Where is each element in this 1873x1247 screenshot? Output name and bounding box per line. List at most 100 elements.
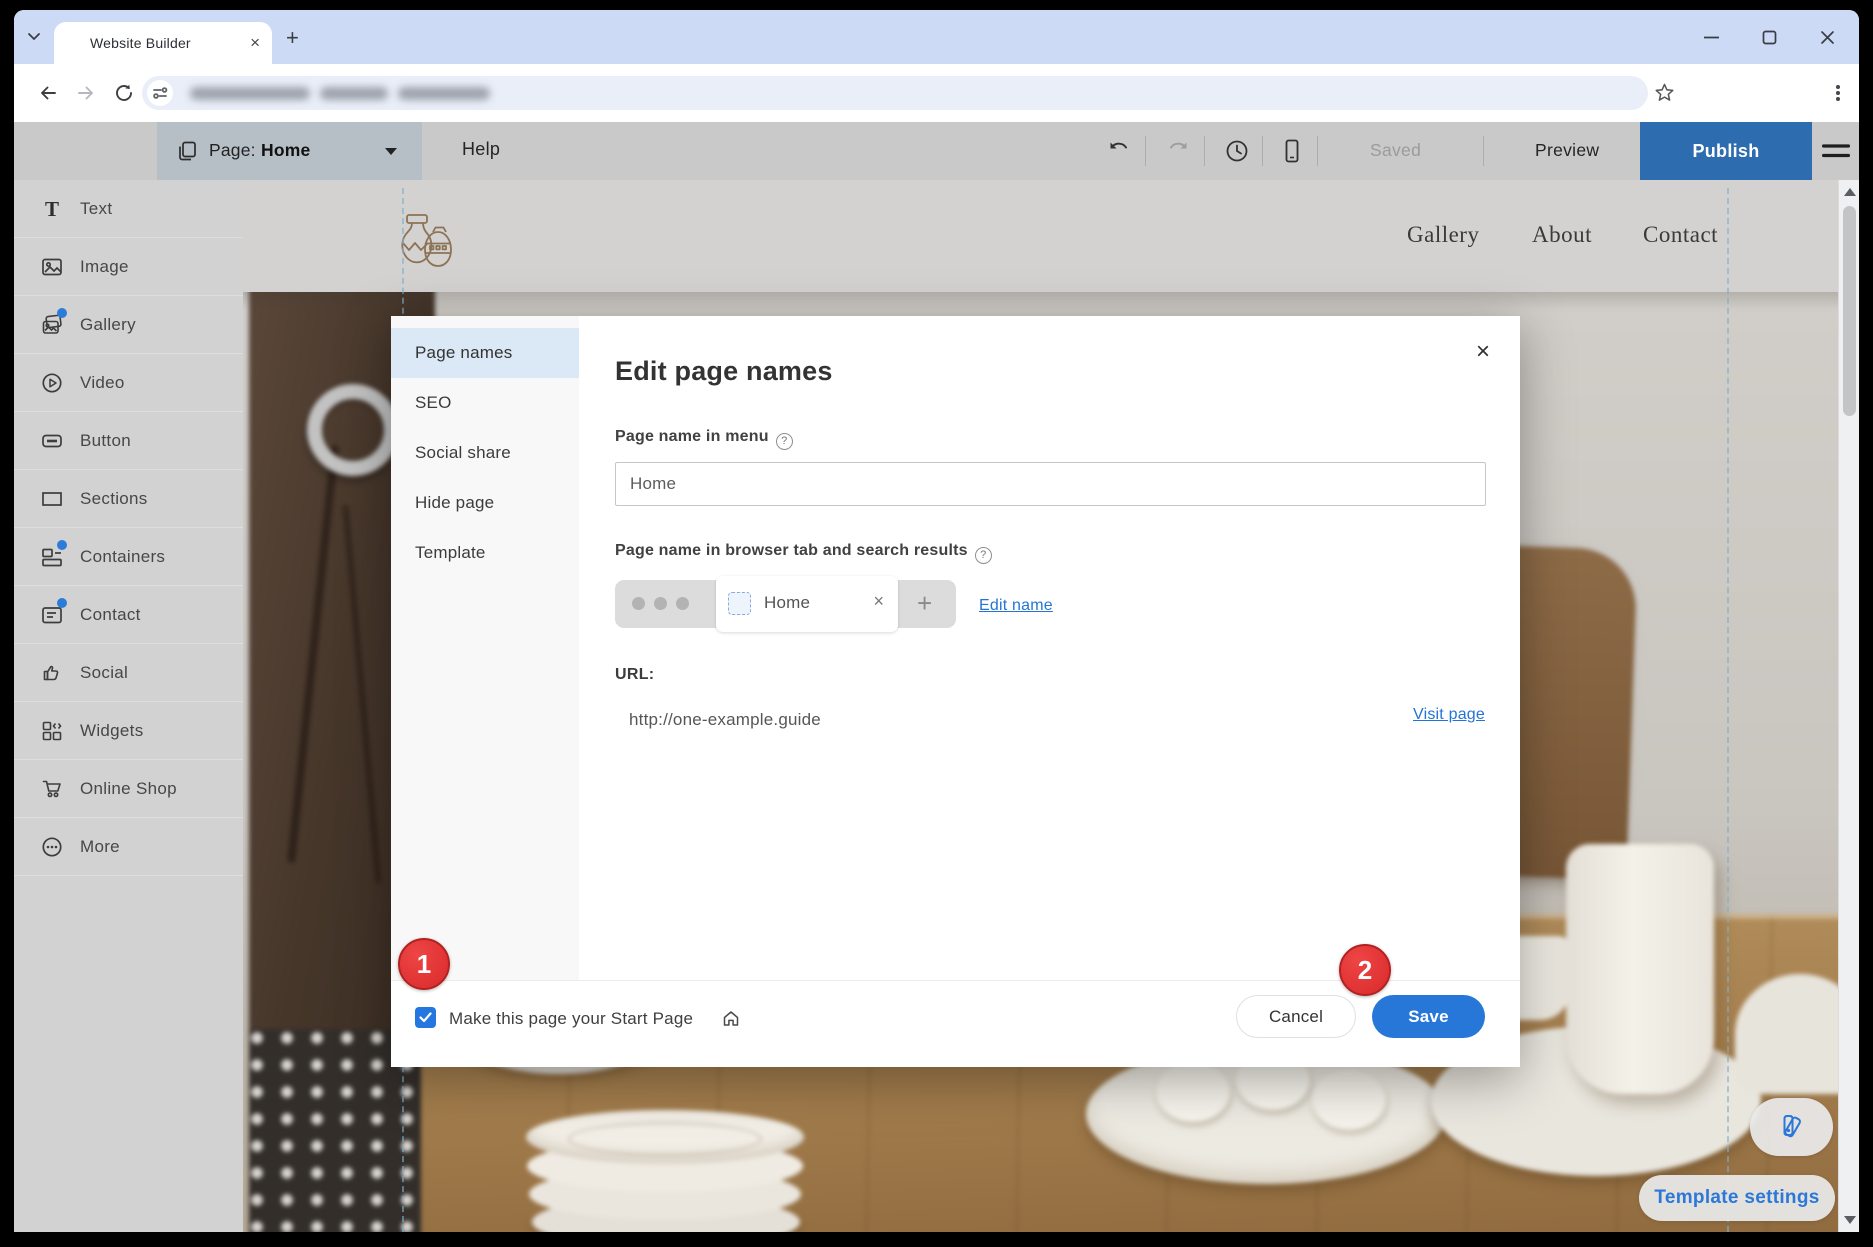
browser-tabstrip: Website Builder × + [14, 10, 1859, 64]
plate-stack [526, 1064, 806, 1232]
add-page-icon[interactable]: + [917, 588, 932, 619]
favicon-placeholder[interactable] [728, 592, 751, 615]
browser-window: Website Builder × + [14, 10, 1859, 1232]
undo-icon[interactable] [1106, 138, 1132, 164]
browser-tab[interactable]: Website Builder × [54, 22, 272, 64]
browser-tab-preview: Home × + [615, 580, 956, 628]
start-page-checkbox[interactable] [415, 1007, 436, 1028]
edit-name-link[interactable]: Edit name [979, 597, 1053, 615]
template-settings-button[interactable]: Template settings [1639, 1175, 1835, 1221]
text-icon: T [40, 197, 64, 221]
sidebar-item-social[interactable]: Social [14, 644, 243, 702]
online-shop-icon [40, 777, 64, 801]
new-tab-icon[interactable]: + [286, 25, 299, 51]
page-selector[interactable]: Page: Home [157, 122, 422, 180]
site-header: Gallery About Contact [243, 180, 1838, 292]
page-scrollbar[interactable] [1838, 180, 1859, 1232]
save-status: Saved [1370, 140, 1421, 161]
start-page-label: Make this page your Start Page [449, 1009, 693, 1029]
url-input[interactable] [142, 76, 1648, 110]
blurred-url-text [190, 87, 310, 100]
back-icon[interactable] [36, 81, 60, 105]
home-icon [721, 1009, 741, 1028]
sidebar-item-button[interactable]: Button [14, 412, 243, 470]
editor-menu-icon[interactable] [1822, 144, 1850, 158]
sidebar-item-gallery[interactable]: Gallery [14, 296, 243, 354]
tab-close-icon[interactable]: × [250, 33, 260, 53]
sidebar-item-image[interactable]: Image [14, 238, 243, 296]
publish-button[interactable]: Publish [1640, 122, 1812, 180]
menu-name-label: Page name in menu [615, 428, 769, 445]
scrollbar-thumb[interactable] [1843, 206, 1856, 416]
editor-sidebar: T Text Image Gallery Video Button Sectio… [14, 180, 243, 1232]
tab-search-chevron-icon[interactable] [24, 26, 44, 46]
page-name-input[interactable] [615, 462, 1486, 506]
preview-button[interactable]: Preview [1535, 140, 1599, 161]
dialog-nav-hide-page[interactable]: Hide page [391, 478, 579, 528]
help-icon[interactable]: ? [776, 433, 793, 450]
preview-tab-title: Home [764, 593, 810, 613]
site-settings-icon[interactable] [147, 80, 173, 106]
bookmark-star-icon[interactable] [1653, 81, 1676, 104]
browser-url-row [14, 64, 1859, 122]
scroll-down-icon[interactable] [1844, 1216, 1856, 1224]
dialog-nav-page-names[interactable]: Page names [391, 328, 579, 378]
mobile-preview-icon[interactable] [1278, 137, 1306, 165]
sidebar-item-video[interactable]: Video [14, 354, 243, 412]
sidebar-item-contact[interactable]: Contact [14, 586, 243, 644]
sidebar-item-widgets[interactable]: Widgets [14, 702, 243, 760]
dialog-nav-seo[interactable]: SEO [391, 378, 579, 428]
redo-icon [1165, 138, 1191, 164]
blurred-url-text [398, 87, 490, 100]
annotation-step-1: 1 [398, 938, 450, 990]
scroll-up-icon[interactable] [1844, 188, 1856, 196]
image-icon [40, 255, 64, 279]
history-icon[interactable] [1223, 137, 1251, 165]
window-maximize-icon[interactable] [1762, 30, 1777, 45]
dialog-close-icon[interactable]: × [1476, 340, 1490, 364]
style-palette-button[interactable] [1750, 1098, 1833, 1156]
notification-dot [57, 308, 67, 318]
cancel-button[interactable]: Cancel [1236, 995, 1356, 1038]
forward-icon[interactable] [74, 81, 98, 105]
dialog-nav: Page names SEO Social share Hide page Te… [391, 316, 579, 980]
pages-icon [175, 139, 199, 163]
sidebar-item-text[interactable]: T Text [14, 180, 243, 238]
help-icon[interactable]: ? [975, 547, 992, 564]
screenshot-root: Website Builder × + [0, 0, 1873, 1247]
sidebar-item-more[interactable]: More [14, 818, 243, 876]
sidebar-item-online-shop[interactable]: Online Shop [14, 760, 243, 818]
site-nav-contact[interactable]: Contact [1643, 222, 1718, 248]
window-close-icon[interactable] [1820, 30, 1835, 45]
sections-icon [40, 487, 64, 511]
metal-ring [307, 384, 399, 476]
sidebar-item-containers[interactable]: Containers [14, 528, 243, 586]
site-nav-gallery[interactable]: Gallery [1407, 222, 1479, 248]
svg-text:T: T [45, 197, 59, 221]
page-value: Home [261, 140, 310, 161]
save-button[interactable]: Save [1372, 995, 1485, 1038]
site-nav-about[interactable]: About [1532, 222, 1592, 248]
palette-icon [1777, 1112, 1807, 1142]
window-minimize-icon[interactable] [1704, 36, 1720, 39]
dialog-nav-template[interactable]: Template [391, 528, 579, 578]
url-label: URL: [615, 666, 654, 684]
widgets-icon [40, 719, 64, 743]
reload-icon[interactable] [112, 81, 136, 105]
notification-dot [57, 540, 67, 550]
button-icon [40, 429, 64, 453]
notification-dot [57, 598, 67, 608]
dialog-nav-social-share[interactable]: Social share [391, 428, 579, 478]
sidebar-item-sections[interactable]: Sections [14, 470, 243, 528]
menu-name-label-row: Page name in menu? [615, 428, 793, 450]
visit-page-link[interactable]: Visit page [1375, 706, 1485, 724]
help-button[interactable]: Help [462, 139, 500, 160]
edit-page-names-dialog: Page names SEO Social share Hide page Te… [391, 316, 1520, 1067]
preview-tab-close-icon[interactable]: × [873, 591, 884, 612]
window-dot [632, 597, 645, 610]
browser-menu-kebab-icon[interactable] [1826, 81, 1850, 105]
social-icon [40, 661, 64, 685]
dialog-footer: Make this page your Start Page Cancel Sa… [391, 980, 1520, 1067]
site-logo[interactable] [397, 212, 453, 274]
layout-guide-right [1727, 188, 1729, 1232]
